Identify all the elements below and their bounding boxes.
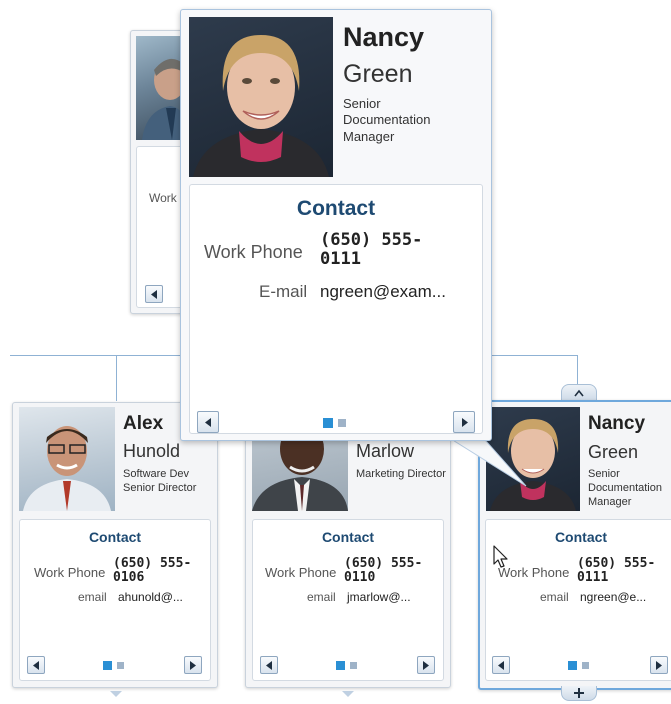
page-indicator-active[interactable] xyxy=(323,418,333,428)
contact-panel: Contact Work Phone (650) 555-0111 email … xyxy=(485,519,671,681)
work-phone-value: (650) 555-0111 xyxy=(320,230,423,269)
work-phone-label: Work Phone xyxy=(34,565,106,580)
work-phone-value: (650) 555-0110 xyxy=(344,556,423,586)
page-indicator-active[interactable] xyxy=(336,661,345,670)
expand-button[interactable] xyxy=(561,686,597,701)
prev-button[interactable] xyxy=(260,656,278,674)
employee-detail-popup[interactable]: Nancy Green Senior Documentation Manager… xyxy=(180,9,492,441)
chevron-right-icon xyxy=(656,661,662,670)
contact-heading: Contact xyxy=(88,529,142,545)
next-button[interactable] xyxy=(650,656,668,674)
page-indicator[interactable] xyxy=(350,662,357,669)
prev-button[interactable] xyxy=(492,656,510,674)
email-value[interactable]: ngreen@e... xyxy=(580,590,646,604)
job-title: Software Dev Senior Director xyxy=(123,468,197,494)
email-value[interactable]: ahunold@... xyxy=(118,590,183,604)
last-name: Green xyxy=(588,442,639,462)
prev-button[interactable] xyxy=(27,656,45,674)
employee-photo xyxy=(189,17,333,177)
expand-toggle[interactable] xyxy=(106,686,126,697)
last-name: Green xyxy=(343,60,413,88)
contact-panel: Contact Work Phone (650) 555-0110 email … xyxy=(252,519,444,681)
work-phone-label: Work Phone xyxy=(265,565,337,580)
email-label: email xyxy=(540,590,569,604)
chevron-left-icon xyxy=(205,418,211,427)
page-indicator[interactable] xyxy=(117,662,124,669)
chevron-down-icon xyxy=(110,691,122,697)
email-value[interactable]: jmarlow@... xyxy=(347,590,411,604)
last-name: Hunold xyxy=(123,441,181,461)
first-name: Nancy xyxy=(343,22,425,52)
first-name: Nancy xyxy=(588,413,646,434)
chevron-down-icon xyxy=(342,691,354,697)
contact-panel: Contact Work Phone (650) 555-0106 email … xyxy=(19,519,211,681)
job-title: Senior Documentation Manager xyxy=(343,96,431,144)
job-title: Marketing Director xyxy=(356,468,446,480)
collapse-toggle[interactable] xyxy=(561,384,597,400)
org-connector-right-drop xyxy=(577,355,578,385)
first-name: Alex xyxy=(123,413,164,434)
contact-heading: Contact xyxy=(321,529,375,545)
email-label: E-mail xyxy=(259,282,308,301)
email-label: email xyxy=(78,590,107,604)
mouse-pointer-icon xyxy=(493,545,509,569)
contact-heading: Contact xyxy=(296,197,376,220)
manager-photo xyxy=(136,36,184,140)
employee-photo xyxy=(19,407,115,511)
prev-button[interactable] xyxy=(197,411,219,433)
chevron-right-icon xyxy=(423,661,429,670)
next-button[interactable] xyxy=(184,656,202,674)
last-name: Marlow xyxy=(356,441,415,461)
chevron-up-icon xyxy=(574,389,584,397)
next-button[interactable] xyxy=(453,411,475,433)
chevron-left-icon xyxy=(33,661,39,670)
prev-button[interactable] xyxy=(145,285,163,303)
page-indicator[interactable] xyxy=(582,662,589,669)
email-label: email xyxy=(307,590,336,604)
work-phone-label: Work xyxy=(149,191,177,205)
chevron-left-icon xyxy=(151,290,157,299)
work-phone-value: (650) 555-0111 xyxy=(577,556,656,586)
chevron-left-icon xyxy=(498,661,504,670)
contact-heading: Contact xyxy=(554,529,608,545)
contact-panel: Contact Work Phone (650) 555-0111 E-mail… xyxy=(189,184,483,434)
plus-icon xyxy=(574,688,584,698)
employee-card-marlow[interactable]: Marlow Marketing Director Contact Work P… xyxy=(245,402,451,688)
page-indicator[interactable] xyxy=(338,419,346,427)
page-indicator-active[interactable] xyxy=(103,661,112,670)
employee-card-alex-hunold[interactable]: Alex Hunold Software Dev Senior Director… xyxy=(12,402,218,688)
chevron-right-icon xyxy=(462,418,468,427)
job-title: Senior Documentation Manager xyxy=(588,468,662,508)
work-phone-label: Work Phone xyxy=(204,242,303,262)
chevron-right-icon xyxy=(190,661,196,670)
page-indicator-active[interactable] xyxy=(568,661,577,670)
email-value[interactable]: ngreen@exam... xyxy=(320,282,446,302)
work-phone-value: (650) 555-0106 xyxy=(113,556,192,586)
next-button[interactable] xyxy=(417,656,435,674)
expand-toggle[interactable] xyxy=(338,686,358,697)
chevron-left-icon xyxy=(266,661,272,670)
org-connector-left-drop xyxy=(116,355,117,401)
